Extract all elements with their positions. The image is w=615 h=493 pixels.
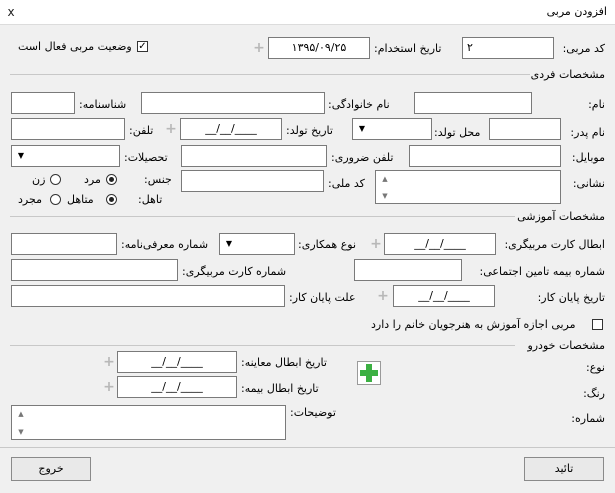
- education-combo[interactable]: ▼: [11, 145, 120, 167]
- personal-divider: [10, 74, 530, 75]
- card-expiry-field[interactable]: __/__/____: [384, 233, 496, 255]
- emergency-phone-field[interactable]: [181, 145, 327, 167]
- national-code-label: کد ملی:: [328, 177, 365, 190]
- phone-field[interactable]: [11, 118, 125, 140]
- education-label: تحصیلات:: [124, 151, 168, 164]
- mobile-field[interactable]: [409, 145, 561, 167]
- add-vehicle-green-plus-icon[interactable]: [357, 361, 381, 385]
- chevron-down-icon[interactable]: ▼: [355, 122, 369, 136]
- confirm-button[interactable]: تائید: [524, 457, 604, 481]
- intro-number-label: شماره معرفی‌نامه:: [121, 238, 209, 251]
- exit-button[interactable]: خروج: [11, 457, 91, 481]
- cooperation-type-combo[interactable]: ▼: [219, 233, 295, 255]
- chevron-down-icon[interactable]: ▼: [14, 149, 28, 163]
- end-date-label: تاریخ پایان کار:: [537, 291, 605, 304]
- close-button[interactable]: x: [3, 4, 19, 20]
- last-name-field[interactable]: [141, 92, 325, 114]
- card-expiry-label: ابطال کارت مربیگری:: [504, 238, 605, 251]
- gender-male-radio[interactable]: [106, 174, 117, 185]
- mobile-label: موبایل:: [571, 151, 605, 164]
- inspection-expiry-field[interactable]: __/__/____: [117, 351, 237, 373]
- female-permission-label: مربی اجازه آموزش به هنرجویان خانم را دار…: [371, 318, 576, 331]
- first-name-label: نام:: [588, 98, 605, 111]
- insurance-number-label: شماره بیمه تامین اجتماعی:: [479, 265, 605, 278]
- marital-label: تاهل:: [138, 193, 163, 206]
- gender-label: جنس:: [144, 173, 172, 186]
- scroll-down-icon[interactable]: ▼: [14, 427, 28, 437]
- address-field[interactable]: ▲ ▼: [375, 170, 561, 204]
- insurance-number-field[interactable]: [354, 259, 462, 281]
- marital-married-label: متاهل: [67, 193, 94, 206]
- first-name-field[interactable]: [414, 92, 532, 114]
- gender-female-radio[interactable]: [50, 174, 61, 185]
- active-status-label: وضعیت مربی فعال است: [18, 40, 132, 53]
- window-title: افزودن مربی: [546, 5, 607, 18]
- vehicle-section-title: مشخصات خودرو: [527, 339, 605, 352]
- emergency-phone-label: تلفن ضروری:: [331, 151, 394, 164]
- coach-code-label: کد مربی:: [562, 42, 605, 55]
- vehicle-number-label: شماره:: [571, 412, 605, 425]
- inspection-expiry-label: تاریخ ابطال معاینه:: [241, 356, 327, 369]
- scroll-up-icon[interactable]: ▲: [14, 409, 28, 419]
- birth-date-plus-icon[interactable]: +: [165, 122, 177, 136]
- end-reason-field[interactable]: [11, 285, 285, 307]
- chevron-down-icon[interactable]: ▼: [222, 237, 236, 251]
- education-section-title: مشخصات آموزشی: [517, 210, 605, 223]
- end-reason-label: علت پایان کار:: [289, 291, 356, 304]
- notes-label: توضیحات:: [290, 406, 336, 419]
- coach-card-number-field[interactable]: [11, 259, 178, 281]
- vehicle-color-label: رنگ:: [583, 387, 605, 400]
- scroll-down-icon[interactable]: ▼: [378, 191, 392, 201]
- insurance-expiry-label: تاریخ ابطال بیمه:: [241, 382, 319, 395]
- insurance-expiry-plus-icon[interactable]: +: [103, 380, 115, 394]
- intro-number-field[interactable]: [11, 233, 117, 255]
- marital-single-radio[interactable]: [50, 194, 61, 205]
- gender-male-label: مرد: [84, 173, 101, 186]
- notes-field[interactable]: ▲ ▼: [11, 405, 286, 440]
- gender-female-label: زن: [32, 173, 46, 186]
- birth-date-field[interactable]: __/__/____: [180, 118, 282, 140]
- vehicle-divider: [10, 345, 515, 346]
- phone-label: تلفن:: [129, 124, 154, 137]
- end-date-plus-icon[interactable]: +: [377, 289, 389, 303]
- hire-date-plus-icon[interactable]: +: [253, 41, 265, 55]
- insurance-expiry-field[interactable]: __/__/____: [117, 376, 237, 398]
- national-code-field[interactable]: [181, 170, 324, 192]
- hire-date-field[interactable]: ۱۳۹۵/۰۹/۲۵: [268, 37, 370, 59]
- title-bar: [0, 0, 615, 25]
- coach-code-field[interactable]: ۲: [462, 37, 554, 59]
- female-permission-checkbox[interactable]: [592, 319, 603, 330]
- father-name-field[interactable]: [489, 118, 561, 140]
- add-coach-window: افزودن مربی x کد مربی: ۲ تاریخ استخدام: …: [0, 0, 615, 493]
- last-name-label: نام خانوادگی:: [328, 98, 390, 111]
- coach-card-number-label: شماره کارت مربیگری:: [182, 265, 287, 278]
- id-number-field[interactable]: [11, 92, 75, 114]
- marital-married-radio[interactable]: [106, 194, 117, 205]
- active-status-checkbox[interactable]: ✓: [137, 41, 148, 52]
- education-divider: [10, 216, 515, 217]
- personal-section-title: مشخصات فردی: [530, 68, 605, 81]
- footer-divider: [0, 447, 615, 448]
- birth-place-label: محل تولد:: [434, 126, 481, 139]
- inspection-expiry-plus-icon[interactable]: +: [103, 355, 115, 369]
- scroll-up-icon[interactable]: ▲: [378, 174, 392, 184]
- id-number-label: شناسنامه:: [79, 98, 127, 111]
- vehicle-type-label: نوع:: [585, 361, 605, 374]
- birth-date-label: تاریخ تولد:: [286, 124, 333, 137]
- birth-place-combo[interactable]: ▼: [352, 118, 432, 140]
- card-expiry-plus-icon[interactable]: +: [370, 237, 382, 251]
- address-label: نشانی:: [572, 177, 605, 190]
- marital-single-label: مجرد: [18, 193, 42, 206]
- father-name-label: نام پدر:: [570, 126, 605, 139]
- hire-date-label: تاریخ استخدام:: [374, 42, 442, 55]
- cooperation-type-label: نوع همکاری:: [298, 238, 357, 251]
- end-date-field[interactable]: __/__/____: [393, 285, 495, 307]
